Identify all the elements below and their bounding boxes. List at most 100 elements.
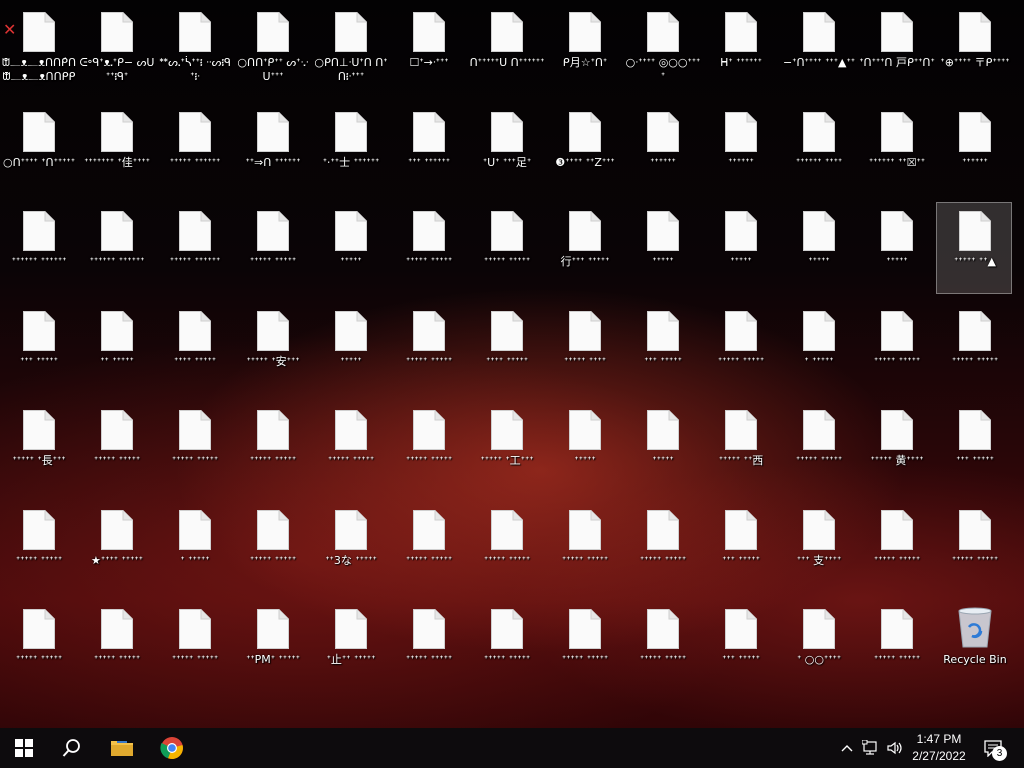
- desktop-file-icon[interactable]: ᐩᐩᐩᐩᐩ ᐩᐩᐩᐩᐩ: [390, 600, 466, 692]
- desktop-file-icon[interactable]: ᐩᐩᐩᐩᐩ ᐩᐩᐩᐩᐩ: [390, 501, 466, 593]
- desktop-file-icon[interactable]: ᐩᐩᐩᐩᐩ ᐩᐩ▲: [936, 202, 1012, 294]
- desktop-file-icon[interactable]: ᐩᐩᐩᐩᐩ ᐩᐩᐩᐩᐩ: [312, 401, 388, 493]
- desktop-file-icon[interactable]: ᐩᐩᐩᐩᐩ ᐩᐩᐩᐩᐩ: [546, 600, 622, 692]
- desktop-file-icon[interactable]: ᐩ⊕ᐩᐩᐩᐩ 〒ᑭᐩᐩᐩᐩ: [936, 3, 1012, 95]
- desktop-file-icon[interactable]: ᑭ月☆ᐩᑎᐩ: [546, 3, 622, 95]
- desktop-file-icon[interactable]: ᐩᐩᐩᐩᐩ: [858, 202, 934, 294]
- start-button[interactable]: [0, 728, 48, 768]
- desktop-file-icon[interactable]: ᐩᐩᐩᐩᐩᐩ ᐩᐩᐩᐩᐩᐩ: [78, 202, 154, 294]
- desktop-file-icon[interactable]: ᐩᐩᐩᐩᐩ ᐩᐩᐩᐩᐩ: [468, 600, 544, 692]
- desktop-file-icon[interactable]: ᐩᐩᐩᐩᐩ ᐩᐩᐩᐩᐩ: [624, 600, 700, 692]
- search-button[interactable]: [48, 728, 96, 768]
- desktop-file-icon[interactable]: ᐩᐩᐩᐩᐩ ᐩᐩᐩᐩᐩ: [156, 401, 232, 493]
- desktop-file-icon[interactable]: ★ᐩᐩᐩᐩ ᐩᐩᐩᐩᐩ: [78, 501, 154, 593]
- desktop-file-icon[interactable]: ᐩᐩᐩᐩᐩ ᐩᐩᐩᐩᐩ: [390, 202, 466, 294]
- desktop-file-icon[interactable]: ᐩ ᐩᐩᐩᐩᐩ: [780, 302, 856, 394]
- desktop-file-icon[interactable]: ᐩᐩᐩᐩᐩ ᐩᐩᐩᐩᐩ: [936, 302, 1012, 394]
- desktop-file-icon[interactable]: ᐩᐩᐩ ᐩᐩᐩᐩᐩ: [936, 401, 1012, 493]
- desktop-file-icon[interactable]: ᐩᐩᐩᐩᐩ ᐩᐩᐩᐩᐩ: [624, 501, 700, 593]
- desktop-file-icon[interactable]: ᐩᐩPMᐩ ᐩᐩᐩᐩᐩ: [234, 600, 310, 692]
- desktop-file-icon[interactable]: −ᐩᑎᐩᐩᐩᐩ ᐩᐩᐩ▲ᐩᐩ: [780, 3, 856, 95]
- desktop-file-icon[interactable]: ᐩᐩᐩᐩᐩ ᐩ長ᐩᐩᐩ: [0, 401, 76, 493]
- desktop-file-icon[interactable]: ᐩᐩᐩᐩᐩ ᐩᐩᐩᐩᐩ: [780, 401, 856, 493]
- desktop-file-icon[interactable]: ᐩᐩᐩᐩᐩ: [624, 401, 700, 493]
- desktop-file-icon[interactable]: ○ᑎᑎᐩᑭᐩᐩ ᔕᐩᐧ᎐ᐧᑌᐩᐩᐩ: [234, 3, 310, 95]
- desktop-file-icon[interactable]: ᐩᐩᐩᐩᐩ ᐩᐩᐩᐩᐩ: [78, 600, 154, 692]
- desktop-file-icon[interactable]: ᐩᐩᐩᐩᐩ ᐩᐩᐩᐩᐩ: [546, 501, 622, 593]
- recycle-bin[interactable]: Recycle Bin: [936, 600, 1012, 692]
- desktop-file-icon[interactable]: ᐩᐩᐩᐩᐩ ᐩᐩᐩᐩᐩ: [234, 401, 310, 493]
- volume-button[interactable]: [884, 728, 906, 768]
- desktop-file-icon[interactable]: ᐩᐩᐩᐩᐩ ᐩ工ᐩᐩᐩ: [468, 401, 544, 493]
- desktop-file-icon[interactable]: ᐩᐩᐩᐩᐩ ᐩᐩ西: [702, 401, 778, 493]
- desktop-file-icon[interactable]: ᐩᐩᐩᐩᐩ ᐩᐩᐩᐩᐩ: [468, 202, 544, 294]
- desktop-file-icon[interactable]: ᐩᐩᐩᐩᐩᐩᐩ ᐩ佳ᐩᐩᐩᐩ: [78, 103, 154, 195]
- desktop-file-icon[interactable]: ᐩᐩᐩᐩᐩ ᐩᐩᐩᐩᐩ: [858, 600, 934, 692]
- desktop-file-icon[interactable]: ᐩᐩᐩ 支ᐩᐩᐩᐩ: [780, 501, 856, 593]
- desktop-file-icon[interactable]: ᐩᐩᐩᐩᐩ ᐩᐩᐩᐩᐩ: [234, 202, 310, 294]
- desktop-file-icon[interactable]: ᐩᐩᐩᐩᐩᐩ ᐩᐩᐩᐩ: [780, 103, 856, 195]
- desktop-file-icon[interactable]: ᐩᐩᐩᐩ ᐩᐩᐩᐩᐩ: [468, 302, 544, 394]
- desktop-file-icon[interactable]: ᐩᐩᐩᐩᐩ ᐩᐩᐩᐩᐩ: [234, 501, 310, 593]
- desktop-file-icon[interactable]: ᐩᐩᐩᐩᐩ ᐩᐩᐩᐩᐩ: [702, 302, 778, 394]
- desktop-file-icon[interactable]: ᐩᑌᐩ ᐩᐩᐩ足ᐩ: [468, 103, 544, 195]
- desktop-file-icon[interactable]: ᐩᐩ⇒ᑎ ᐩᐩᐩᐩᐩᐩ: [234, 103, 310, 195]
- desktop-file-icon[interactable]: ᐩᐩᐩᐩᐩᐩ ᐩᐩ☒ᐩᐩ: [858, 103, 934, 195]
- desktop-file-icon[interactable]: ᐩᐩᐩᐩᐩ ᐩᐩᐩᐩᐩ: [0, 501, 76, 593]
- desktop-file-icon[interactable]: ᐩ止ᐩᐩ ᐩᐩᐩᐩᐩ: [312, 600, 388, 692]
- desktop-file-icon[interactable]: ᐩᐩᐩᐩᐩ ᐩᐩᐩᐩᐩ: [936, 501, 1012, 593]
- network-button[interactable]: [860, 728, 882, 768]
- desktop-file-icon[interactable]: ᐩᐩᐩᐩᐩ ᐩᐩᐩᐩᐩ: [468, 501, 544, 593]
- desktop-file-icon[interactable]: ○ᐧᐩᐩᐩᐩ ◎○○ᐩᐩᐩᐩ: [624, 3, 700, 95]
- desktop-file-icon[interactable]: ᐩᐩᐩ ᐩᐩᐩᐩᐩᐩ: [390, 103, 466, 195]
- desktop-file-icon[interactable]: ᐩᐩᐩᐩᐩ ᐩ安ᐩᐩᐩ: [234, 302, 310, 394]
- desktop-file-icon[interactable]: ᐩᐩᐩᐩᐩ ᐩᐩᐩᐩᐩ: [0, 600, 76, 692]
- desktop-file-icon[interactable]: ᐩᐩᐩᐩᐩ ᐩᐩᐩᐩᐩᐩ: [156, 202, 232, 294]
- desktop-file-icon[interactable]: ᐩᐩᐩᐩᐩ ᐩᐩᐩᐩᐩ: [390, 302, 466, 394]
- desktop-file-icon[interactable]: ᐩᐩᐩᐩᐩ: [312, 302, 388, 394]
- desktop-file-icon[interactable]: ᐩ⋅ᐩᐩ士 ᐩᐩᐩᐩᐩᐩ: [312, 103, 388, 195]
- desktop-file-icon[interactable]: ᐩᐩᐩ ᐩᐩᐩᐩᐩ: [0, 302, 76, 394]
- desktop-file-icon[interactable]: ᐩᐩᐩᐩᐩ: [780, 202, 856, 294]
- desktop-file-icon[interactable]: ᐩᐩᐩᐩᐩ ᐩᐩᐩᐩᐩ: [390, 401, 466, 493]
- desktop-file-icon[interactable]: ○ᑭᑎ⊥ᐧᑌᐩᑎ ᑎᐩᑎ᎒ᐧᐩᐩᐩ: [312, 3, 388, 95]
- desktop-file-icon[interactable]: ᕯᔕ᎐ᐩᓵᐩᐩ᎒ ᐧᐧᔕ᎒ᑫᐩ᎒ᐧ: [156, 3, 232, 95]
- desktop-file-icon[interactable]: ᐩᐩᐩᐩᐩ ᐩᐩᐩᐩ: [546, 302, 622, 394]
- desktop-file-icon[interactable]: ᐩ ○○ᐩᐩᐩᐩ: [780, 600, 856, 692]
- desktop-file-icon[interactable]: ᐩᐩᐩᐩᐩ: [546, 401, 622, 493]
- desktop-file-icon[interactable]: ᐩᐩᐩᐩᐩᐩ: [624, 103, 700, 195]
- desktop-file-icon[interactable]: ᐩᐩᐩᐩᐩᐩ: [702, 103, 778, 195]
- desktop-file-icon[interactable]: ᕼᐩ ᐩᐩᐩᐩᐩᐩ: [702, 3, 778, 95]
- desktop-file-icon[interactable]: ᐩᐩᐩ ᐩᐩᐩᐩᐩ: [624, 302, 700, 394]
- desktop-file-icon[interactable]: ᑎᐩᐩᐩᐩᐩᑌ ᑎᐩᐩᐩᐩᐩᐩ: [468, 3, 544, 95]
- desktop-file-icon[interactable]: ᐩᐩᐩᐩ ᐩᐩᐩᐩᐩ: [156, 302, 232, 394]
- show-hidden-icons-button[interactable]: [838, 728, 856, 768]
- desktop-file-icon[interactable]: ᐩᐩᐩ ᐩᐩᐩᐩᐩ: [702, 501, 778, 593]
- desktop-file-icon[interactable]: ᐩᐩᐩ ᐩᐩᐩᐩᐩ: [702, 600, 778, 692]
- desktop-file-icon[interactable]: ᐩᐩᐩᐩᐩ 黄ᐩᐩᐩᐩ: [858, 401, 934, 493]
- desktop-file-icon[interactable]: ᐩᐩᐩᐩᐩᐩ ᐩᐩᐩᐩᐩᐩ: [0, 202, 76, 294]
- desktop-file-icon[interactable]: ᐩᐩᐩᐩᐩ: [702, 202, 778, 294]
- desktop-file-icon[interactable]: ○ᑎᐩᐩᐩᐩ ᐩᑎᐩᐩᐩᐩᐩ: [0, 103, 76, 195]
- desktop-file-icon[interactable]: ❸ᐩᐩᐩᐩ ᐩᐩZᐩᐩᐩ: [546, 103, 622, 195]
- desktop-file-icon[interactable]: ✕ ᙧ᎗ᴥ᎗ᴥᑎᑎᑭ̂ᑎ ᙧ᎗ᴥ᎗ᴥᑎᑎᑭᑭᑎ: [0, 3, 76, 95]
- desktop-file-icon[interactable]: ᐩᐩ3な ᐩᐩᐩᐩᐩ: [312, 501, 388, 593]
- desktop-file-icon[interactable]: 行ᐩᐩᐩ ᐩᐩᐩᐩᐩ: [546, 202, 622, 294]
- chrome-button[interactable]: [148, 728, 196, 768]
- desktop-file-icon[interactable]: ᐩᐩᐩᐩᐩ: [312, 202, 388, 294]
- desktop-file-icon[interactable]: ᐩᐩᐩᐩᐩ ᐩᐩᐩᐩᐩ: [858, 302, 934, 394]
- desktop-file-icon[interactable]: ᕮ॰ᑫᐩᴥ᎐ᐩᑭ− ᔕᑌᐩᐩ᎒ᑫᐩ: [78, 3, 154, 95]
- file-explorer-button[interactable]: [98, 728, 146, 768]
- desktop-file-icon[interactable]: ᐩᑎᐩᐩᐩᑎ 戸ᑭᐩᐩᑎᐩ: [858, 3, 935, 95]
- desktop-file-label: ᐩ⊕ᐩᐩᐩᐩ 〒ᑭᐩᐩᐩᐩ: [940, 56, 1010, 69]
- desktop-file-icon[interactable]: ᐩ ᐩᐩᐩᐩᐩ: [156, 501, 232, 593]
- desktop-file-icon[interactable]: ᐩᐩᐩᐩᐩ ᐩᐩᐩᐩᐩ: [156, 600, 232, 692]
- desktop-file-icon[interactable]: ᐩᐩᐩᐩᐩ ᐩᐩᐩᐩᐩ: [78, 401, 154, 493]
- desktop-file-icon[interactable]: ᐩᐩᐩᐩᐩ ᐩᐩᐩᐩᐩ: [858, 501, 934, 593]
- desktop-file-icon[interactable]: ☐ᐩ→ᐧᐩᐩᐩ: [390, 3, 466, 95]
- desktop-file-icon[interactable]: ᐩᐩᐩᐩᐩ ᐩᐩᐩᐩᐩᐩ: [156, 103, 232, 195]
- clock[interactable]: 1:47 PM 2/27/2022: [908, 731, 970, 765]
- desktop-file-icon[interactable]: ᐩᐩ ᐩᐩᐩᐩᐩ: [78, 302, 154, 394]
- desktop-file-icon[interactable]: ᐩᐩᐩᐩᐩ: [624, 202, 700, 294]
- desktop-file-icon[interactable]: ᐩᐩᐩᐩᐩᐩ: [936, 103, 1012, 195]
